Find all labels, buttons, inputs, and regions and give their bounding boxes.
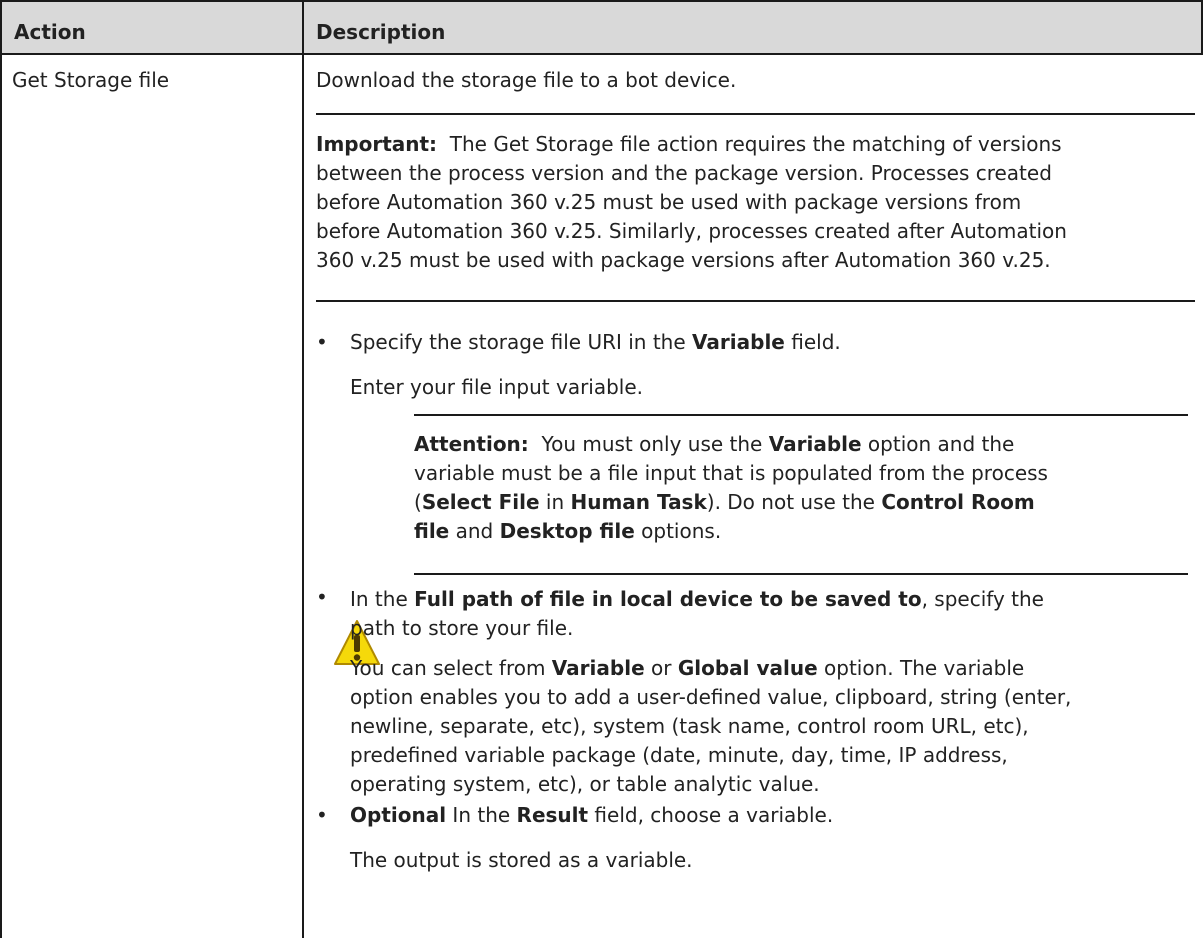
bullet-1-post: field. <box>784 330 841 354</box>
bullet-2-text: In the Full path of file in local device… <box>350 585 1044 643</box>
attention-text: ). Do not use the <box>706 490 882 514</box>
bullet-2-sub-line: predefined variable package (date, minut… <box>350 743 1008 767</box>
divider <box>316 113 1195 115</box>
important-line-4: before Automation 360 v.25. Similarly, p… <box>316 219 1067 243</box>
divider <box>414 573 1188 575</box>
table-header: Action Description <box>2 0 1203 55</box>
bullet-3-bold: Optional <box>350 803 447 827</box>
bullet-2-sub-line: option enables you to add a user-defined… <box>350 685 1072 709</box>
bullet-1-sub: Enter your file input variable. <box>350 375 644 399</box>
important-label: Important: <box>316 132 438 156</box>
bullet-3-text: Optional In the Result field, choose a v… <box>350 803 833 827</box>
bullet-2-post: , specify the <box>921 587 1044 611</box>
attention-text: options. <box>634 519 722 543</box>
attention-bold: Variable <box>768 432 862 456</box>
attention-bold: Desktop file <box>499 519 635 543</box>
attention-bold: Human Task <box>570 490 707 514</box>
bullet-3-text-part: In the <box>446 803 517 827</box>
attention-note: Attention: You must only use the Variabl… <box>414 430 1048 546</box>
attention-bold: Select File <box>421 490 540 514</box>
bullet-2-sub: You can select from Variable or Global v… <box>350 654 1071 799</box>
bullet-3-sub: The output is stored as a variable. <box>350 848 693 872</box>
bullet-3-text-part: field, choose a variable. <box>588 803 834 827</box>
bullet-2-sub-bold: Variable <box>551 656 645 680</box>
attention-text: and <box>449 519 500 543</box>
intro-text: Download the storage file to a bot devic… <box>316 68 737 92</box>
bullet-1-text: Specify the storage file URI in the Vari… <box>350 330 841 354</box>
bullet-2-sub-text: or <box>644 656 678 680</box>
bullet-2-bold: Full path of file in local device to be … <box>414 587 922 611</box>
important-line-3: before Automation 360 v.25 must be used … <box>316 190 1022 214</box>
header-description: Description <box>316 20 446 44</box>
attention-text: in <box>539 490 571 514</box>
actions-table: Action Description Get Storage file Down… <box>0 0 1203 938</box>
bullet-2-sub-bold: Global value <box>677 656 818 680</box>
attention-label: Attention: <box>414 432 529 456</box>
bullet-2-sub-text: You can select from <box>350 656 552 680</box>
bullet-3-bold: Result <box>516 803 589 827</box>
important-note: Important: The Get Storage file action r… <box>316 130 1067 275</box>
attention-bold: Control Room <box>881 490 1035 514</box>
bullet-2-line-2: path to store your file. <box>350 616 574 640</box>
important-line-2: between the process version and the pack… <box>316 161 1052 185</box>
column-separator <box>302 2 304 938</box>
attention-text: You must only use the <box>541 432 769 456</box>
bullet-point: • <box>316 803 328 827</box>
bullet-point: • <box>316 585 328 609</box>
action-cell: Get Storage file <box>12 68 170 92</box>
attention-text: option and the <box>861 432 1015 456</box>
bullet-1-bold: Variable <box>692 330 785 354</box>
bullet-1-pre: Specify the storage file URI in the <box>350 330 693 354</box>
header-action: Action <box>14 20 86 44</box>
header-right-border <box>1201 2 1203 53</box>
bullet-point: • <box>316 330 328 354</box>
bullet-2-pre: In the <box>350 587 415 611</box>
bullet-2-sub-line: newline, separate, etc), system (task na… <box>350 714 1029 738</box>
bullet-2-sub-text: option. The variable <box>817 656 1025 680</box>
bullet-2-sub-line: operating system, etc), or table analyti… <box>350 772 820 796</box>
important-line-5: 360 v.25 must be used with package versi… <box>316 248 1051 272</box>
attention-text: ( <box>414 490 422 514</box>
attention-bold: file <box>414 519 450 543</box>
important-line-1: The Get Storage file action requires the… <box>449 132 1062 156</box>
divider <box>316 300 1195 302</box>
divider <box>414 414 1188 416</box>
attention-line-2: variable must be a file input that is po… <box>414 461 1048 485</box>
